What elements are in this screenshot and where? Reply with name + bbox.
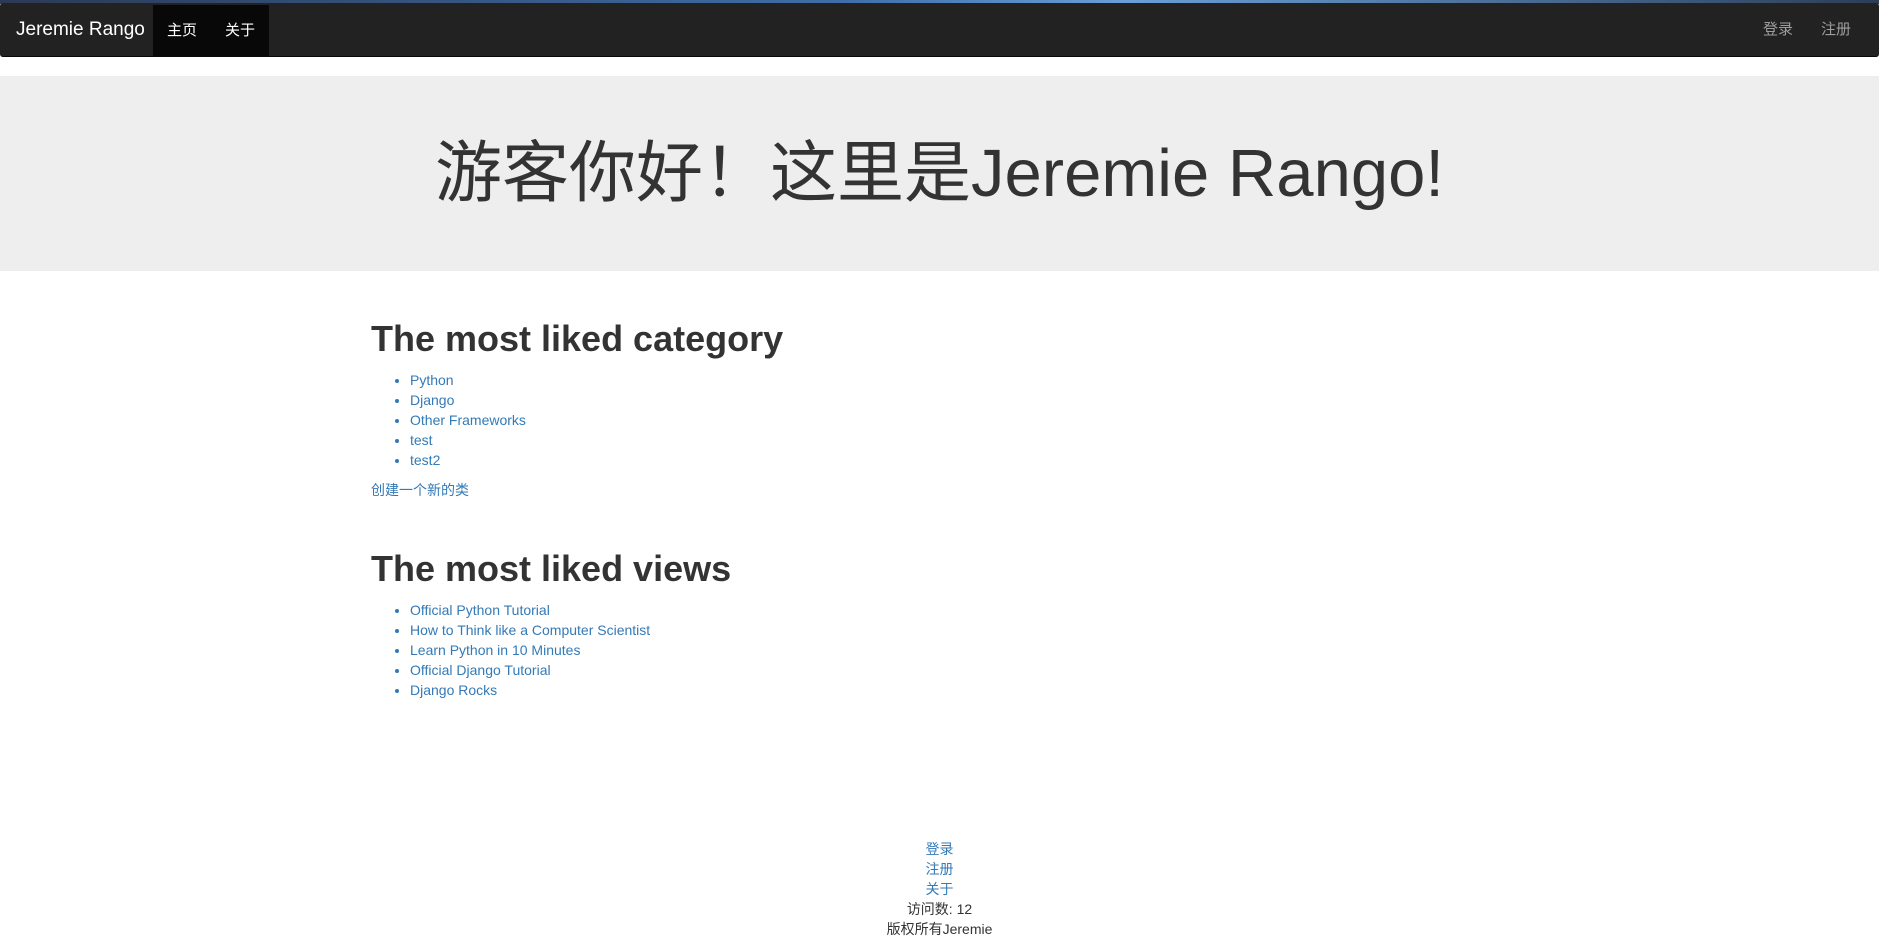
- list-item: Django Rocks: [410, 680, 1271, 700]
- footer: 登录 注册 关于 访问数: 12 版权所有Jeremie: [0, 839, 1879, 939]
- copyright: 版权所有Jeremie: [886, 921, 993, 937]
- jumbotron: 游客你好！这里是Jeremie Rango!: [0, 76, 1879, 271]
- view-link-how-to-think[interactable]: How to Think like a Computer Scientist: [410, 622, 650, 638]
- view-link-django-rocks[interactable]: Django Rocks: [410, 682, 497, 698]
- list-item: test2: [410, 450, 1271, 470]
- category-link-test2[interactable]: test2: [410, 452, 440, 468]
- category-list: Python Django Other Frameworks test test…: [371, 370, 1271, 470]
- category-heading: The most liked category: [371, 318, 784, 359]
- category-link-other-frameworks[interactable]: Other Frameworks: [410, 412, 526, 428]
- navbar: Jeremie Rango 主页 关于 登录 注册: [0, 3, 1879, 57]
- footer-login-link[interactable]: 登录: [0, 839, 1879, 859]
- views-list: Official Python Tutorial How to Think li…: [371, 600, 1271, 700]
- list-item: Python: [410, 370, 1271, 390]
- views-section: The most liked views Official Python Tut…: [371, 546, 1271, 700]
- list-item: test: [410, 430, 1271, 450]
- nav-right: 登录 注册: [1749, 3, 1865, 56]
- main-content: The most liked category Python Django Ot…: [371, 316, 1271, 700]
- category-link-test[interactable]: test: [410, 432, 433, 448]
- category-link-django[interactable]: Django: [410, 392, 454, 408]
- visit-count: 访问数: 12: [906, 901, 973, 917]
- list-item: Django: [410, 390, 1271, 410]
- nav-about[interactable]: 关于: [211, 5, 269, 56]
- list-item: Official Python Tutorial: [410, 600, 1271, 620]
- footer-register-link[interactable]: 注册: [0, 859, 1879, 879]
- create-category-link[interactable]: 创建一个新的类: [371, 480, 1271, 500]
- view-link-learn-python[interactable]: Learn Python in 10 Minutes: [410, 642, 580, 658]
- category-link-python[interactable]: Python: [410, 372, 454, 388]
- nav-home[interactable]: 主页: [153, 5, 211, 56]
- view-link-official-django-tutorial[interactable]: Official Django Tutorial: [410, 662, 551, 678]
- list-item: Learn Python in 10 Minutes: [410, 640, 1271, 660]
- list-item: How to Think like a Computer Scientist: [410, 620, 1271, 640]
- nav-left: 主页 关于: [153, 5, 270, 56]
- list-item: Official Django Tutorial: [410, 660, 1271, 680]
- brand-link[interactable]: Jeremie Rango: [16, 3, 145, 56]
- footer-about-link[interactable]: 关于: [0, 879, 1879, 899]
- views-heading: The most liked views: [371, 548, 732, 589]
- nav-login[interactable]: 登录: [1749, 3, 1807, 56]
- view-link-official-python-tutorial[interactable]: Official Python Tutorial: [410, 602, 550, 618]
- nav-register[interactable]: 注册: [1807, 3, 1865, 56]
- page-title: 游客你好！这里是Jeremie Rango!: [435, 136, 1444, 211]
- list-item: Other Frameworks: [410, 410, 1271, 430]
